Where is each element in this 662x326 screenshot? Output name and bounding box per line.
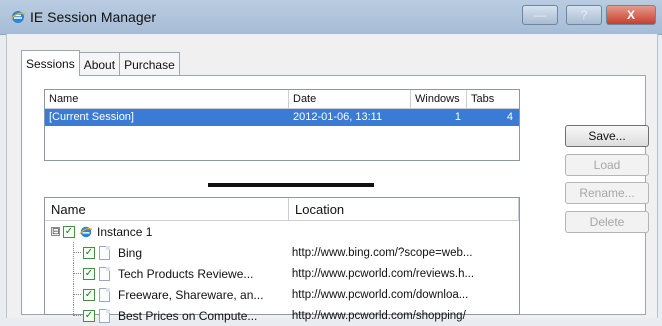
tab-location: http://www.pcworld.com/shopping/ (291, 309, 466, 322)
column-header-windows[interactable]: Windows (411, 90, 467, 108)
minimize-icon: — (534, 8, 546, 22)
tab-sessions[interactable]: Sessions (21, 50, 80, 76)
window-client: Sessions About Purchase Name Date Window… (6, 34, 658, 323)
tab-name-cell: ✓ Best Prices on Compute... (45, 305, 286, 326)
tree-connector (45, 284, 83, 305)
ie-app-icon (10, 11, 26, 23)
instance-name-cell: ⊟ ✓ Instance 1 (45, 225, 286, 239)
session-row-selected[interactable]: [Current Session] 2012-01-06, 13:11 1 4 (45, 109, 519, 126)
save-button[interactable]: Save... (565, 125, 649, 147)
session-date: 2012-01-06, 13:11 (293, 111, 383, 123)
title-bar: IE Session Manager — ? X (0, 0, 662, 35)
tab-name-cell: ✓ Tech Products Reviewe... (45, 263, 286, 284)
tab-name-cell: ✓ Freeware, Shareware, an... (45, 284, 286, 305)
tab-location: http://www.bing.com/?scope=web... (291, 246, 473, 259)
tab-checkbox[interactable]: ✓ (83, 267, 95, 280)
help-icon: ? (580, 8, 588, 22)
tree-row-tab[interactable]: ✓ Freeware, Shareware, an... http://www.… (45, 284, 519, 305)
instance-checkbox[interactable]: ✓ (63, 225, 75, 238)
column-header-name[interactable]: Name (45, 90, 289, 108)
column-header-date[interactable]: Date (289, 90, 411, 108)
tree-row-tab[interactable]: ✓ Bing http://www.bing.com/?scope=web... (45, 242, 519, 263)
rename-button[interactable]: Rename... (565, 182, 649, 204)
tab-title: Best Prices on Compute... (118, 308, 258, 323)
tree-column-header-location[interactable]: Location (289, 198, 519, 220)
tab-name-cell: ✓ Bing (45, 242, 286, 263)
column-header-tabs[interactable]: Tabs (467, 90, 519, 108)
tab-title: Freeware, Shareware, an... (118, 287, 264, 302)
tab-title: Tech Products Reviewe... (118, 266, 254, 281)
delete-button[interactable]: Delete (565, 211, 649, 233)
window-title: IE Session Manager (30, 9, 157, 25)
close-button[interactable]: X (606, 5, 656, 25)
session-name: [Current Session] (49, 111, 134, 123)
tab-checkbox[interactable]: ✓ (83, 288, 95, 301)
tree-column-header-name[interactable]: Name (45, 198, 289, 220)
tab-purchase[interactable]: Purchase (120, 52, 180, 76)
session-contents-tree[interactable]: Name Location ⊟ ✓ Instance 1 ✓ Bing http… (44, 197, 520, 323)
page-icon (99, 308, 110, 323)
page-icon (99, 245, 110, 260)
tab-checkbox[interactable]: ✓ (83, 309, 95, 322)
minimize-button[interactable]: — (522, 5, 558, 25)
tree-connector (45, 263, 83, 284)
sessions-header: Name Date Windows Tabs (45, 90, 519, 109)
sessions-panel: Name Date Windows Tabs [Current Session]… (21, 75, 649, 323)
tree-row-instance[interactable]: ⊟ ✓ Instance 1 (45, 221, 519, 242)
tree-connector (45, 242, 83, 263)
tab-location: http://www.pcworld.com/downloa... (291, 288, 469, 301)
tab-location: http://www.pcworld.com/reviews.h... (291, 267, 475, 280)
help-button[interactable]: ? (566, 5, 602, 25)
sessions-list[interactable]: Name Date Windows Tabs [Current Session]… (44, 89, 520, 161)
load-button[interactable]: Load (565, 154, 649, 176)
session-tabs: 4 (506, 111, 513, 123)
ie-window-icon (79, 226, 93, 237)
tree-row-tab[interactable]: ✓ Tech Products Reviewe... http://www.pc… (45, 263, 519, 284)
session-windows: 1 (454, 111, 461, 123)
tab-checkbox[interactable]: ✓ (83, 246, 95, 259)
close-icon: X (626, 8, 635, 22)
tab-strip: Sessions About Purchase (21, 50, 180, 76)
page-icon (99, 266, 110, 281)
tab-about[interactable]: About (79, 52, 121, 76)
instance-label: Instance 1 (97, 224, 153, 239)
tree-connector (45, 305, 83, 326)
tab-title: Bing (118, 245, 143, 260)
splitter-handle[interactable] (208, 183, 374, 187)
page-icon (99, 287, 110, 302)
collapse-icon[interactable]: ⊟ (51, 227, 60, 236)
tree-row-tab[interactable]: ✓ Best Prices on Compute... http://www.p… (45, 305, 519, 326)
tree-header: Name Location (45, 198, 519, 221)
